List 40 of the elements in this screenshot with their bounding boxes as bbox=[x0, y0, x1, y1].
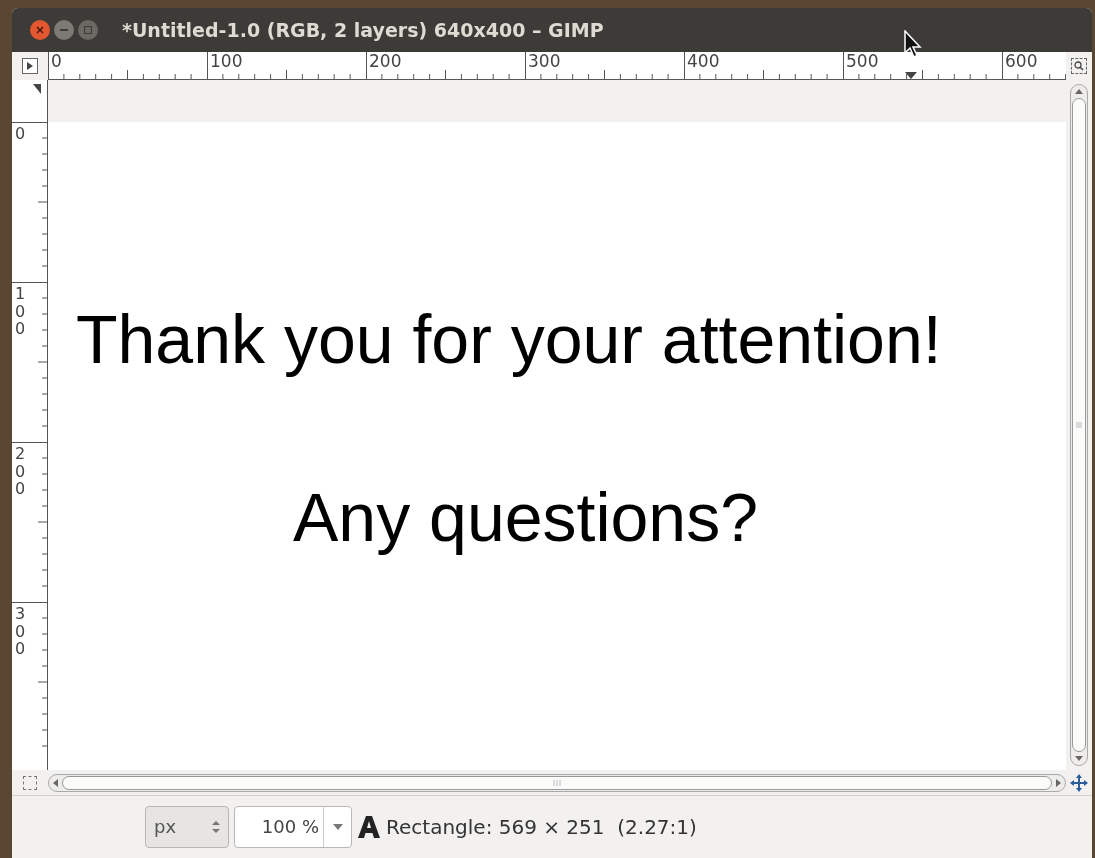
ruler-label: 0 bbox=[51, 53, 62, 70]
quick-mask-button[interactable] bbox=[23, 775, 37, 790]
minimize-button[interactable] bbox=[54, 20, 74, 40]
vertical-scrollbar[interactable] bbox=[1070, 84, 1088, 766]
minimize-icon bbox=[60, 29, 68, 31]
zoom-combo[interactable]: 100 % bbox=[234, 805, 352, 848]
ruler-label: 200 bbox=[369, 53, 402, 70]
pointer-marker-icon bbox=[33, 84, 41, 94]
scroll-down-icon bbox=[1075, 756, 1083, 761]
scroll-left-icon bbox=[53, 778, 58, 787]
unit-dropdown[interactable]: px bbox=[145, 805, 229, 848]
navigate-menu-button[interactable] bbox=[22, 58, 38, 74]
horizontal-scrollbar[interactable] bbox=[48, 773, 1066, 792]
close-icon bbox=[36, 26, 44, 34]
scrollbar-thumb[interactable] bbox=[62, 775, 1052, 790]
spin-arrows-icon bbox=[212, 819, 220, 834]
scroll-right-icon bbox=[1056, 778, 1061, 787]
ruler-label: 600 bbox=[1005, 53, 1038, 70]
scrollbar-thumb[interactable] bbox=[1072, 98, 1086, 752]
ruler-label: 300 bbox=[528, 53, 561, 70]
dropdown-arrow-icon bbox=[332, 823, 343, 830]
scroll-up-icon bbox=[1075, 89, 1083, 94]
close-button[interactable] bbox=[30, 20, 50, 40]
ruler-label: 100 bbox=[210, 53, 243, 70]
ruler-label: 400 bbox=[687, 53, 720, 70]
move-arrows-icon bbox=[1069, 772, 1089, 793]
window-title: *Untitled-1.0 (RGB, 2 layers) 640x400 – GIMP bbox=[122, 17, 604, 43]
text-tool-icon bbox=[357, 814, 381, 839]
search-icon bbox=[1074, 61, 1084, 71]
zoom-value: 100 % bbox=[260, 815, 320, 839]
ruler-label: 500 bbox=[846, 53, 879, 70]
play-icon bbox=[26, 62, 34, 70]
maximize-icon bbox=[84, 26, 92, 34]
zoom-button[interactable] bbox=[1071, 58, 1087, 74]
navigate-button[interactable] bbox=[1069, 772, 1089, 793]
grip-icon bbox=[1076, 422, 1082, 428]
maximize-button[interactable] bbox=[78, 20, 98, 40]
grip-icon bbox=[553, 779, 561, 786]
status-message: Rectangle: 569 × 251 (2.27:1) bbox=[386, 813, 697, 841]
pointer-marker-icon bbox=[905, 72, 917, 79]
